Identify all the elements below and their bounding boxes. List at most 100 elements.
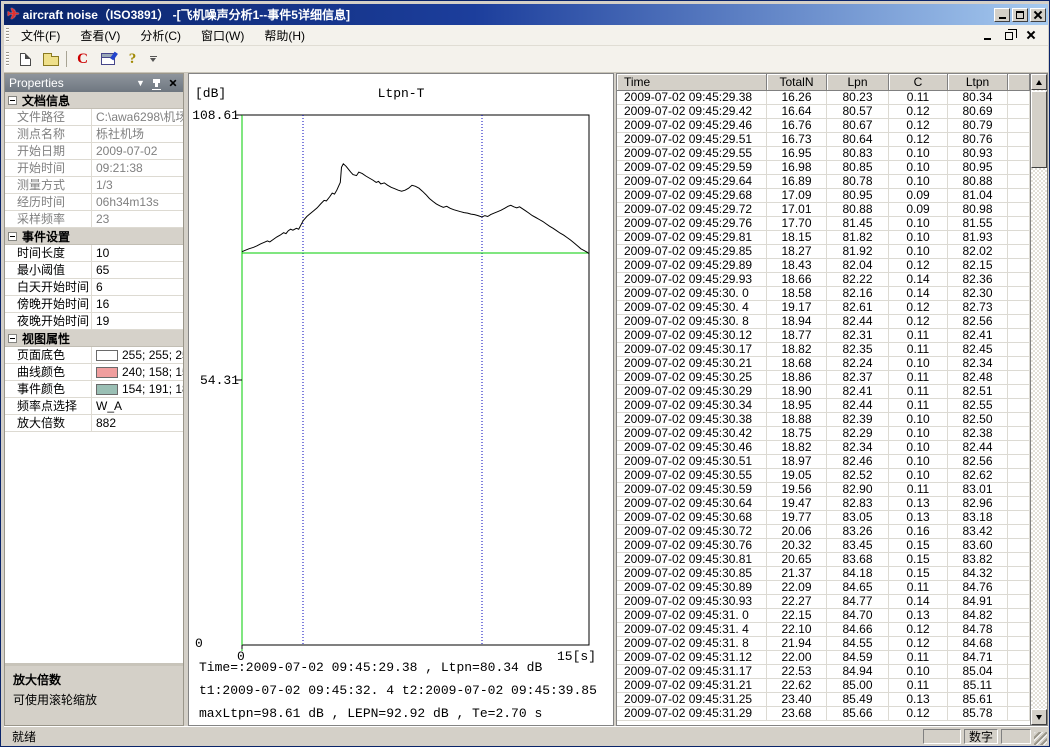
table-row[interactable]: 2009-07-02 09:45:29.8118.1581.820.1081.9…	[617, 231, 1030, 245]
menu-item[interactable]: 帮助(H)	[256, 25, 313, 46]
property-row[interactable]: 夜晚开始时间19	[5, 313, 183, 330]
mdi-minimize-button[interactable]	[980, 29, 994, 42]
column-header[interactable]	[1008, 74, 1030, 91]
column-header[interactable]: Lpn	[827, 74, 889, 91]
table-row[interactable]: 2009-07-02 09:45:30. 018.5882.160.1482.3…	[617, 287, 1030, 301]
property-value[interactable]: 6	[91, 279, 183, 295]
property-row[interactable]: 开始日期2009-07-02	[5, 143, 183, 160]
property-row[interactable]: 傍晚开始时间16	[5, 296, 183, 313]
property-value[interactable]: W_A	[91, 398, 183, 414]
table-row[interactable]: 2009-07-02 09:45:29.3816.2680.230.1180.3…	[617, 91, 1030, 105]
table-scrollbar[interactable]	[1030, 74, 1047, 725]
close-button[interactable]	[1030, 8, 1046, 22]
property-value[interactable]: 65	[91, 262, 183, 278]
property-row[interactable]: 测量方式1/3	[5, 177, 183, 194]
property-row[interactable]: 测点名称栎社机场	[5, 126, 183, 143]
panel-close-icon[interactable]	[166, 77, 179, 90]
column-header[interactable]: C	[889, 74, 948, 91]
property-row[interactable]: 事件颜色154; 191; 18	[5, 381, 183, 398]
c-weighting-button[interactable]: C	[71, 48, 94, 70]
toolbar-grip[interactable]	[6, 52, 9, 66]
property-section-header[interactable]: 事件设置	[5, 228, 183, 245]
property-row[interactable]: 曲线颜色240; 158; 15	[5, 364, 183, 381]
table-row[interactable]: 2009-07-02 09:45:30.7220.0683.260.1683.4…	[617, 525, 1030, 539]
property-value[interactable]: 1/3	[91, 177, 183, 193]
table-row[interactable]: 2009-07-02 09:45:30.1718.8282.350.1182.4…	[617, 343, 1030, 357]
collapse-icon[interactable]	[8, 334, 17, 343]
table-row[interactable]: 2009-07-02 09:45:30.5919.5682.900.1183.0…	[617, 483, 1030, 497]
table-row[interactable]: 2009-07-02 09:45:30.3418.9582.440.1182.5…	[617, 399, 1030, 413]
table-row[interactable]: 2009-07-02 09:45:31.2523.4085.490.1385.6…	[617, 693, 1030, 707]
panel-menu-dropdown-icon[interactable]: ▼	[134, 77, 147, 90]
property-value[interactable]: 16	[91, 296, 183, 312]
table-row[interactable]: 2009-07-02 09:45:29.7217.0180.880.0980.9…	[617, 203, 1030, 217]
property-value[interactable]: 栎社机场	[91, 126, 183, 142]
table-row[interactable]: 2009-07-02 09:45:31.2122.6285.000.1185.1…	[617, 679, 1030, 693]
table-row[interactable]: 2009-07-02 09:45:30.5519.0582.520.1082.6…	[617, 469, 1030, 483]
table-row[interactable]: 2009-07-02 09:45:29.6416.8980.780.1080.8…	[617, 175, 1030, 189]
collapse-icon[interactable]	[8, 96, 17, 105]
column-header[interactable]: Time	[617, 74, 767, 91]
column-header[interactable]: TotalN	[767, 74, 827, 91]
collapse-icon[interactable]	[8, 232, 17, 241]
property-value[interactable]: 882	[91, 415, 183, 431]
property-row[interactable]: 页面底色255; 255; 25	[5, 347, 183, 364]
scroll-up-button[interactable]	[1031, 74, 1047, 90]
table-row[interactable]: 2009-07-02 09:45:30.4218.7582.290.1082.3…	[617, 427, 1030, 441]
property-row[interactable]: 频率点选择W_A	[5, 398, 183, 415]
minimize-button[interactable]	[994, 8, 1010, 22]
maximize-button[interactable]	[1012, 8, 1028, 22]
mdi-close-button[interactable]	[1024, 29, 1038, 42]
table-row[interactable]: 2009-07-02 09:45:30.7620.3283.450.1583.6…	[617, 539, 1030, 553]
table-row[interactable]: 2009-07-02 09:45:30.8120.6583.680.1583.8…	[617, 553, 1030, 567]
menu-item[interactable]: 文件(F)	[13, 25, 68, 46]
column-header[interactable]: Ltpn	[948, 74, 1008, 91]
table-row[interactable]: 2009-07-02 09:45:29.9318.6682.220.1482.3…	[617, 273, 1030, 287]
table-row[interactable]: 2009-07-02 09:45:30.8922.0984.650.1184.7…	[617, 581, 1030, 595]
property-value[interactable]: 06h34m13s	[91, 194, 183, 210]
table-row[interactable]: 2009-07-02 09:45:30.4618.8282.340.1082.4…	[617, 441, 1030, 455]
table-row[interactable]: 2009-07-02 09:45:31. 022.1584.700.1384.8…	[617, 609, 1030, 623]
property-value[interactable]: 2009-07-02	[91, 143, 183, 159]
scroll-down-button[interactable]	[1031, 709, 1047, 725]
property-row[interactable]: 白天开始时间6	[5, 279, 183, 296]
property-row[interactable]: 最小阈值65	[5, 262, 183, 279]
property-value[interactable]: 240; 158; 15	[91, 364, 183, 380]
table-row[interactable]: 2009-07-02 09:45:30.8521.3784.180.1584.3…	[617, 567, 1030, 581]
panel-pin-icon[interactable]	[150, 77, 163, 90]
property-value[interactable]: 09:21:38	[91, 160, 183, 176]
table-row[interactable]: 2009-07-02 09:45:30.2518.8682.370.1182.4…	[617, 371, 1030, 385]
table-row[interactable]: 2009-07-02 09:45:30.2118.6882.240.1082.3…	[617, 357, 1030, 371]
table-row[interactable]: 2009-07-02 09:45:29.5516.9580.830.1080.9…	[617, 147, 1030, 161]
ltpn-plot-svg[interactable]	[189, 74, 613, 725]
property-row[interactable]: 开始时间09:21:38	[5, 160, 183, 177]
property-row[interactable]: 经历时间06h34m13s	[5, 194, 183, 211]
properties-button[interactable]	[96, 48, 119, 70]
table-row[interactable]: 2009-07-02 09:45:30.1218.7782.310.1182.4…	[617, 329, 1030, 343]
menu-item[interactable]: 分析(C)	[132, 25, 189, 46]
table-row[interactable]: 2009-07-02 09:45:31.1222.0084.590.1184.7…	[617, 651, 1030, 665]
table-row[interactable]: 2009-07-02 09:45:29.8918.4382.040.1282.1…	[617, 259, 1030, 273]
property-value[interactable]: C:\awa6298\机场	[91, 109, 183, 125]
table-row[interactable]: 2009-07-02 09:45:29.7617.7081.450.1081.5…	[617, 217, 1030, 231]
table-row[interactable]: 2009-07-02 09:45:30.5118.9782.460.1082.5…	[617, 455, 1030, 469]
property-row[interactable]: 放大倍数882	[5, 415, 183, 432]
property-row[interactable]: 采样频率23	[5, 211, 183, 228]
property-value[interactable]: 19	[91, 313, 183, 329]
property-value[interactable]: 255; 255; 25	[91, 347, 183, 363]
property-row[interactable]: 时间长度10	[5, 245, 183, 262]
menubar-grip[interactable]	[6, 28, 9, 42]
table-row[interactable]: 2009-07-02 09:45:30.2918.9082.410.1182.5…	[617, 385, 1030, 399]
property-value[interactable]: 10	[91, 245, 183, 261]
table-row[interactable]: 2009-07-02 09:45:31.1722.5384.940.1085.0…	[617, 665, 1030, 679]
table-row[interactable]: 2009-07-02 09:45:30.9322.2784.770.1484.9…	[617, 595, 1030, 609]
table-row[interactable]: 2009-07-02 09:45:30. 818.9482.440.1282.5…	[617, 315, 1030, 329]
table-row[interactable]: 2009-07-02 09:45:31. 821.9484.550.1284.6…	[617, 637, 1030, 651]
property-value[interactable]: 23	[91, 211, 183, 227]
mdi-restore-button[interactable]	[1002, 29, 1016, 42]
property-value[interactable]: 154; 191; 18	[91, 381, 183, 397]
table-row[interactable]: 2009-07-02 09:45:29.4216.6480.570.1280.6…	[617, 105, 1030, 119]
property-section-header[interactable]: 视图属性	[5, 330, 183, 347]
table-row[interactable]: 2009-07-02 09:45:29.5916.9880.850.1080.9…	[617, 161, 1030, 175]
new-document-button[interactable]	[14, 48, 37, 70]
